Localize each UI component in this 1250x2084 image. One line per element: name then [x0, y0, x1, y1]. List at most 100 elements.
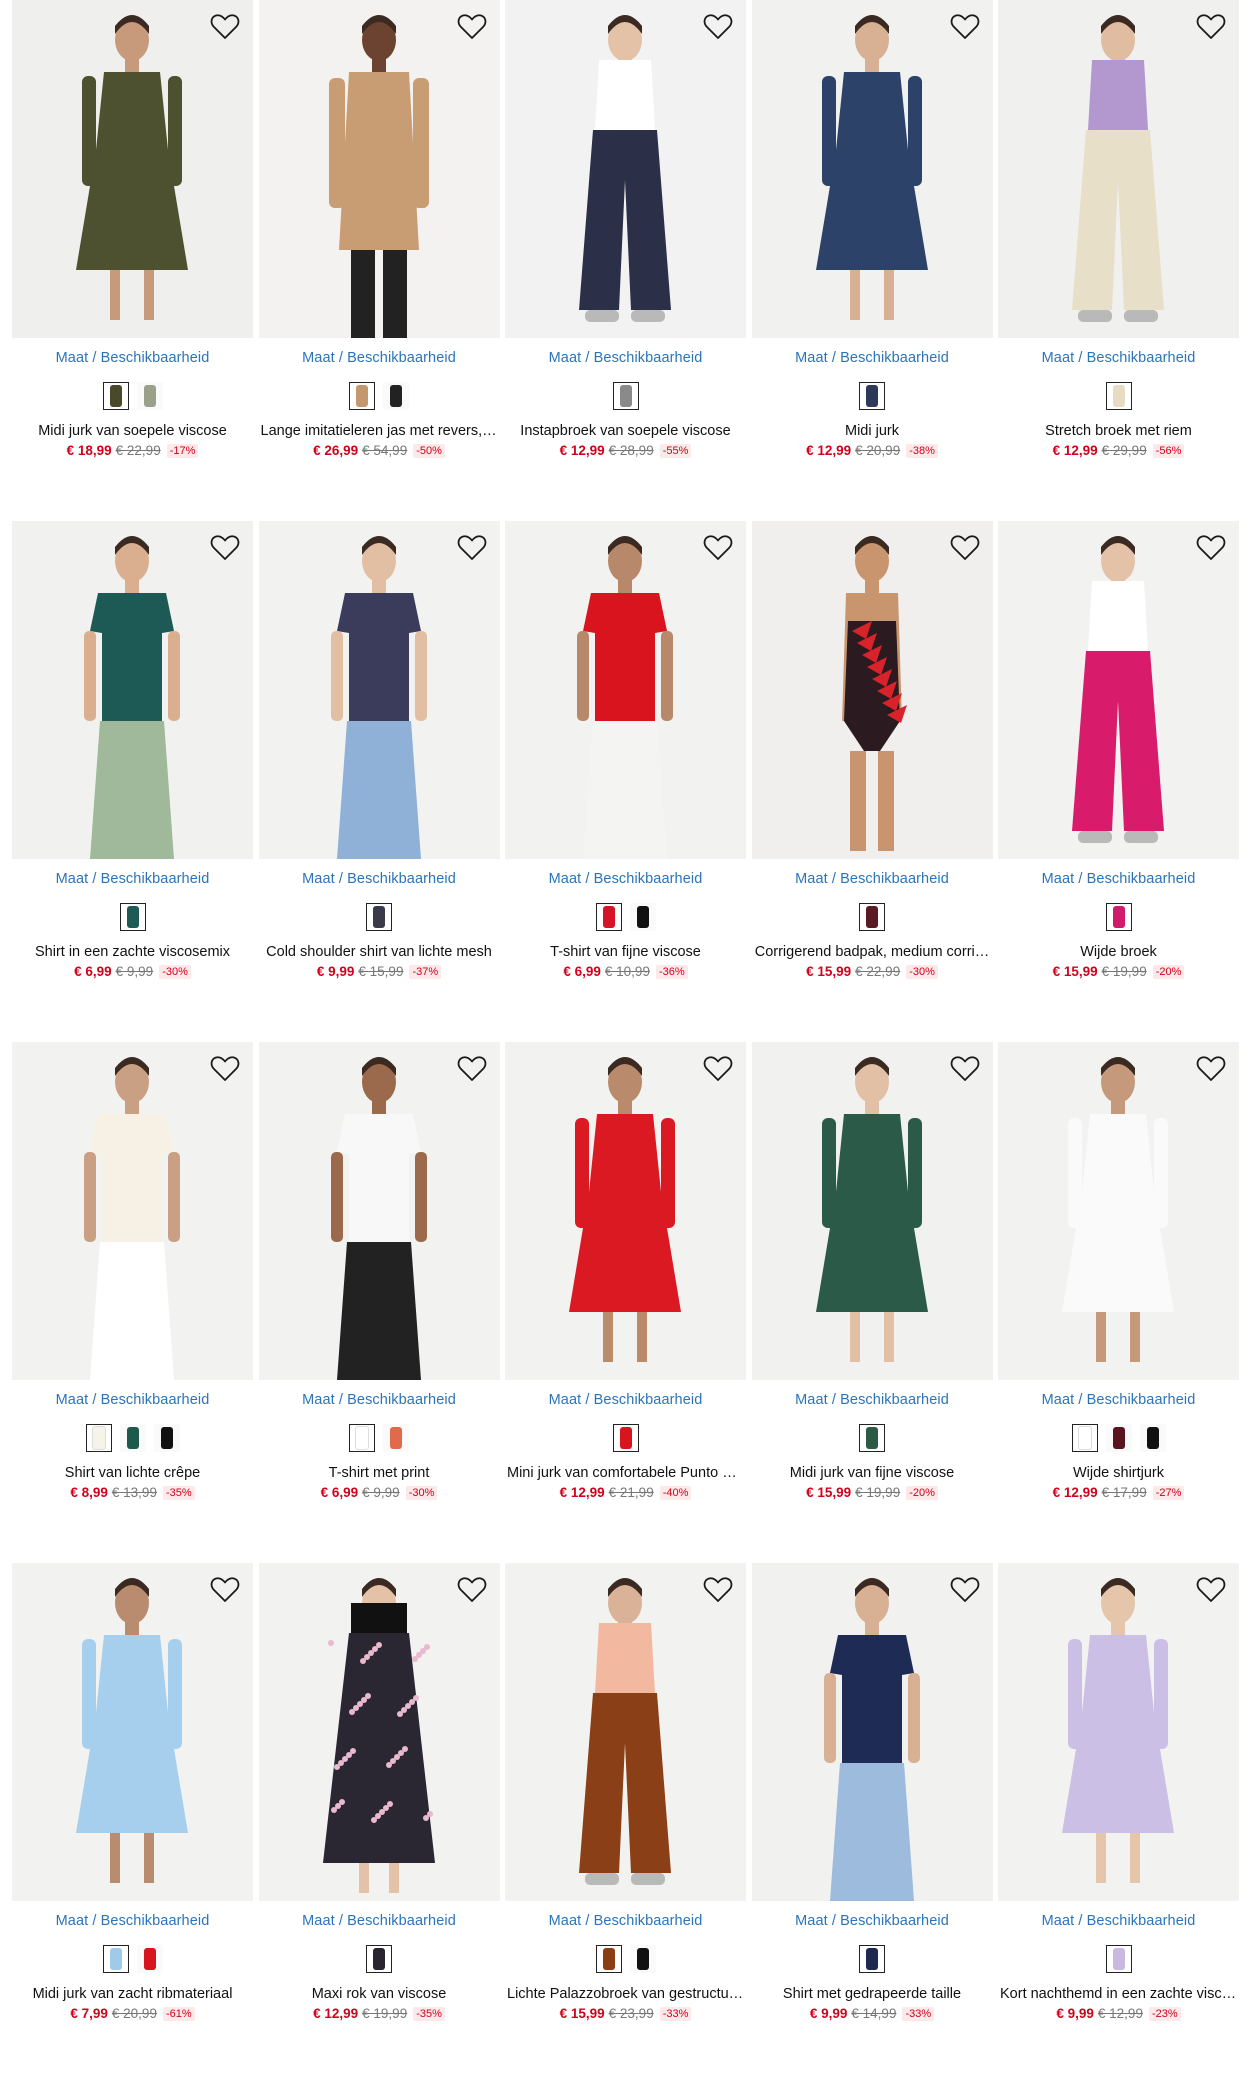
- product-image[interactable]: [751, 0, 993, 338]
- wishlist-heart-icon[interactable]: [949, 1052, 981, 1084]
- product-card[interactable]: Maat / Beschikbaarheid Lange imitatielere…: [258, 0, 500, 521]
- product-name[interactable]: Stretch broek met riem: [998, 423, 1239, 439]
- product-name[interactable]: T-shirt met print: [259, 1465, 500, 1481]
- size-availability-link[interactable]: Maat / Beschikbaarheid: [998, 1392, 1239, 1408]
- wishlist-heart-icon[interactable]: [1195, 10, 1227, 42]
- color-swatch[interactable]: [629, 1945, 656, 1973]
- product-image[interactable]: [751, 1563, 993, 1901]
- size-availability-link[interactable]: Maat / Beschikbaarheid: [12, 871, 253, 887]
- product-name[interactable]: Midi jurk: [752, 423, 993, 439]
- product-card[interactable]: Maat / Beschikbaarheid Midi jurk van zach…: [12, 1563, 253, 2084]
- size-availability-link[interactable]: Maat / Beschikbaarheid: [752, 1392, 993, 1408]
- wishlist-heart-icon[interactable]: [949, 10, 981, 42]
- product-card[interactable]: Maat / Beschikbaarheid Stretch broek met …: [998, 0, 1239, 521]
- product-card[interactable]: Maat / Beschikbaarheid Shirt met gedrapee…: [751, 1563, 993, 2084]
- size-availability-link[interactable]: Maat / Beschikbaarheid: [752, 871, 993, 887]
- color-swatch[interactable]: [383, 1424, 409, 1452]
- product-image[interactable]: [998, 0, 1239, 338]
- color-swatch[interactable]: [1105, 1424, 1132, 1452]
- product-name[interactable]: Midi jurk van soepele viscose: [12, 423, 253, 439]
- product-name[interactable]: Instapbroek van soepele viscose: [505, 423, 746, 439]
- product-card[interactable]: Maat / Beschikbaarheid Kort nachthemd in …: [998, 1563, 1239, 2084]
- product-image[interactable]: [12, 1563, 253, 1901]
- color-swatch[interactable]: [349, 382, 375, 410]
- product-name[interactable]: Wijde shirtjurk: [998, 1465, 1239, 1481]
- product-image[interactable]: [12, 521, 253, 859]
- product-image[interactable]: [12, 0, 253, 338]
- product-image[interactable]: [505, 1563, 746, 1901]
- size-availability-link[interactable]: Maat / Beschikbaarheid: [752, 350, 993, 366]
- wishlist-heart-icon[interactable]: [209, 10, 241, 42]
- size-availability-link[interactable]: Maat / Beschikbaarheid: [998, 1913, 1239, 1929]
- product-name[interactable]: Shirt van lichte crêpe: [12, 1465, 253, 1481]
- color-swatch[interactable]: [349, 1424, 375, 1452]
- color-swatch[interactable]: [595, 1945, 622, 1973]
- size-availability-link[interactable]: Maat / Beschikbaarheid: [505, 350, 746, 366]
- product-image[interactable]: [258, 1042, 500, 1380]
- product-name[interactable]: Maxi rok van viscose: [259, 1986, 500, 2002]
- wishlist-heart-icon[interactable]: [209, 1573, 241, 1605]
- product-image[interactable]: [258, 1563, 500, 1901]
- product-card[interactable]: Maat / Beschikbaarheid Midi jurk € 12,99 € …: [751, 0, 993, 521]
- size-availability-link[interactable]: Maat / Beschikbaarheid: [998, 350, 1239, 366]
- product-image[interactable]: [505, 1042, 746, 1380]
- color-swatch[interactable]: [119, 903, 146, 931]
- wishlist-heart-icon[interactable]: [209, 1052, 241, 1084]
- color-swatch[interactable]: [153, 1424, 180, 1452]
- product-name[interactable]: Shirt met gedrapeerde taille: [752, 1986, 993, 2002]
- size-availability-link[interactable]: Maat / Beschikbaarheid: [259, 871, 500, 887]
- wishlist-heart-icon[interactable]: [1195, 531, 1227, 563]
- color-swatch[interactable]: [366, 903, 392, 931]
- size-availability-link[interactable]: Maat / Beschikbaarheid: [505, 1913, 746, 1929]
- color-swatch[interactable]: [1105, 382, 1132, 410]
- color-swatch[interactable]: [859, 1424, 885, 1452]
- wishlist-heart-icon[interactable]: [1195, 1573, 1227, 1605]
- product-image[interactable]: [258, 521, 500, 859]
- product-image[interactable]: [12, 1042, 253, 1380]
- product-image[interactable]: [751, 521, 993, 859]
- size-availability-link[interactable]: Maat / Beschikbaarheid: [505, 871, 746, 887]
- product-image[interactable]: [751, 1042, 993, 1380]
- wishlist-heart-icon[interactable]: [949, 1573, 981, 1605]
- product-name[interactable]: Midi jurk van fijne viscose: [752, 1465, 993, 1481]
- product-name[interactable]: Shirt in een zachte viscosemix: [12, 944, 253, 960]
- product-card[interactable]: Maat / Beschikbaarheid Wijde shirtjurk € 1…: [998, 1042, 1239, 1563]
- product-card[interactable]: Maat / Beschikbaarheid T-shirt van fijne …: [505, 521, 746, 1042]
- product-image[interactable]: [998, 1042, 1239, 1380]
- product-image[interactable]: [258, 0, 500, 338]
- color-swatch[interactable]: [85, 1424, 112, 1452]
- product-card[interactable]: Maat / Beschikbaarheid Midi jurk van fijn…: [751, 1042, 993, 1563]
- color-swatch[interactable]: [859, 1945, 885, 1973]
- color-swatch[interactable]: [1105, 903, 1132, 931]
- color-swatch[interactable]: [102, 1945, 129, 1973]
- product-card[interactable]: Maat / Beschikbaarheid T-shirt met print €…: [258, 1042, 500, 1563]
- product-name[interactable]: Kort nachthemd in een zachte visco…: [998, 1986, 1239, 2002]
- wishlist-heart-icon[interactable]: [949, 531, 981, 563]
- size-availability-link[interactable]: Maat / Beschikbaarheid: [12, 350, 253, 366]
- product-image[interactable]: [998, 1563, 1239, 1901]
- wishlist-heart-icon[interactable]: [702, 10, 734, 42]
- size-availability-link[interactable]: Maat / Beschikbaarheid: [505, 1392, 746, 1408]
- size-availability-link[interactable]: Maat / Beschikbaarheid: [259, 1392, 500, 1408]
- product-card[interactable]: Maat / Beschikbaarheid Lichte Palazzobroe…: [505, 1563, 746, 2084]
- product-name[interactable]: Corrigerend badpak, medium corri…: [752, 944, 993, 960]
- product-image[interactable]: [505, 0, 746, 338]
- product-name[interactable]: T-shirt van fijne viscose: [505, 944, 746, 960]
- wishlist-heart-icon[interactable]: [456, 531, 488, 563]
- color-swatch[interactable]: [383, 382, 409, 410]
- product-card[interactable]: Maat / Beschikbaarheid Shirt van lichte c…: [12, 1042, 253, 1563]
- product-card[interactable]: Maat / Beschikbaarheid Instapbroek van so…: [505, 0, 746, 521]
- product-card[interactable]: Maat / Beschikbaarheid Wijde broek € 15,99…: [998, 521, 1239, 1042]
- size-availability-link[interactable]: Maat / Beschikbaarheid: [998, 871, 1239, 887]
- size-availability-link[interactable]: Maat / Beschikbaarheid: [12, 1392, 253, 1408]
- color-swatch[interactable]: [1071, 1424, 1098, 1452]
- product-name[interactable]: Lange imitatieleren jas met revers, …: [259, 423, 500, 439]
- wishlist-heart-icon[interactable]: [702, 1573, 734, 1605]
- product-card[interactable]: Maat / Beschikbaarheid Mini jurk van comf…: [505, 1042, 746, 1563]
- size-availability-link[interactable]: Maat / Beschikbaarheid: [259, 350, 500, 366]
- size-availability-link[interactable]: Maat / Beschikbaarheid: [259, 1913, 500, 1929]
- color-swatch[interactable]: [136, 382, 163, 410]
- product-name[interactable]: Lichte Palazzobroek van gestructur…: [505, 1986, 746, 2002]
- wishlist-heart-icon[interactable]: [209, 531, 241, 563]
- wishlist-heart-icon[interactable]: [702, 1052, 734, 1084]
